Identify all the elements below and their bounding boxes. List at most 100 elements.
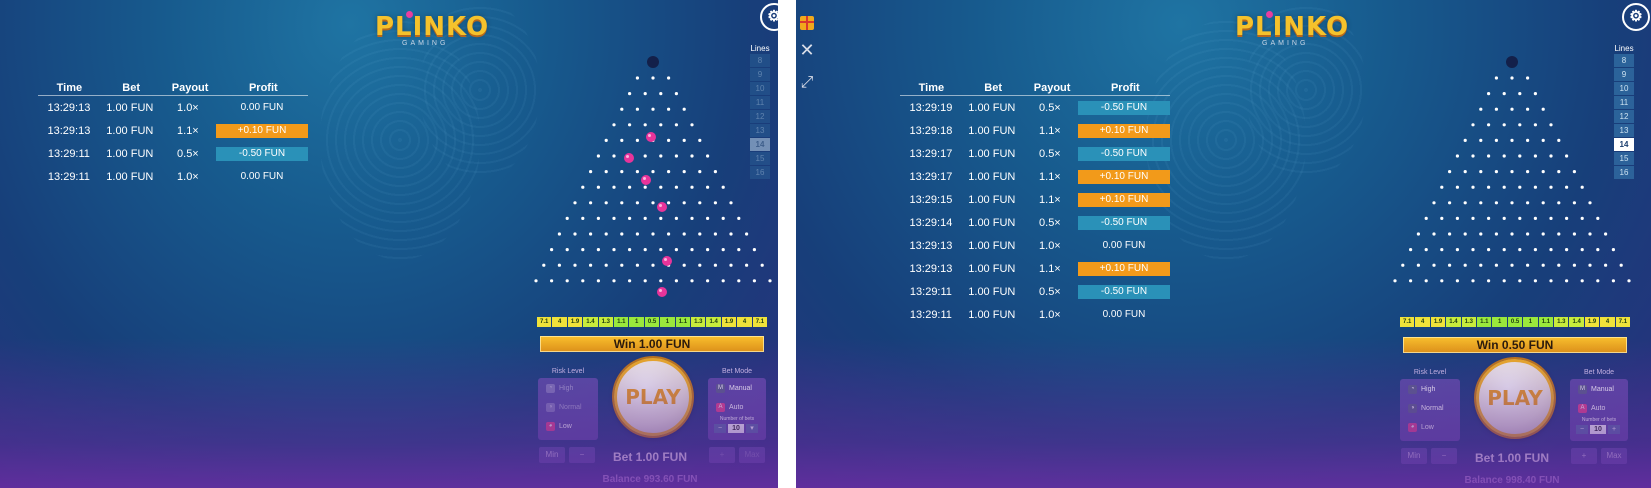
peg bbox=[690, 216, 694, 220]
peg bbox=[1502, 279, 1506, 283]
peg bbox=[596, 248, 601, 252]
peg bbox=[698, 201, 702, 205]
peg bbox=[1409, 279, 1413, 283]
peg bbox=[713, 232, 718, 236]
bet-mode-auto[interactable]: A Auto bbox=[716, 403, 743, 412]
risk-option-low[interactable]: ◕ Low bbox=[546, 422, 572, 431]
peg bbox=[690, 248, 694, 252]
peg bbox=[667, 138, 671, 142]
peg bbox=[1627, 279, 1631, 283]
peg bbox=[1440, 185, 1444, 189]
chevron-down-icon[interactable]: ▾ bbox=[746, 424, 758, 433]
peg bbox=[1533, 154, 1537, 158]
peg bbox=[1565, 248, 1569, 252]
peg bbox=[729, 201, 733, 205]
peg bbox=[1518, 279, 1522, 283]
risk-option-high[interactable]: ◔ High bbox=[1408, 385, 1435, 394]
peg bbox=[659, 248, 663, 252]
peg bbox=[1479, 263, 1483, 267]
peg bbox=[1549, 248, 1553, 252]
peg bbox=[620, 263, 624, 267]
multiplier-cell: 1.9 bbox=[567, 317, 583, 327]
bet-mode-manual[interactable]: M Manual bbox=[716, 384, 752, 393]
peg bbox=[706, 216, 710, 220]
multiplier-cell: 1.4 bbox=[583, 317, 598, 327]
peg bbox=[1424, 248, 1428, 252]
bet-mode-label: Manual bbox=[1591, 386, 1614, 393]
peg bbox=[635, 138, 640, 142]
multiplier-cell: 1.9 bbox=[1584, 317, 1600, 327]
risk-option-normal[interactable]: ◑ Normal bbox=[546, 403, 582, 412]
bet-mode-manual[interactable]: M Manual bbox=[1578, 385, 1614, 394]
multiplier-cell: 1.3 bbox=[1461, 317, 1477, 327]
peg bbox=[635, 107, 640, 111]
bet-amount: Bet 1.00 FUN bbox=[612, 450, 688, 464]
peg bbox=[1533, 248, 1537, 252]
peg bbox=[628, 216, 632, 220]
peg bbox=[1487, 154, 1491, 158]
min-bet-button[interactable]: Min bbox=[539, 447, 565, 463]
peg bbox=[1502, 216, 1506, 220]
drop-hole bbox=[1506, 56, 1518, 68]
multiplier-cell: 1 bbox=[1492, 317, 1507, 327]
multiplier-cell: 1.3 bbox=[1554, 317, 1569, 327]
play-button[interactable]: PLAY bbox=[614, 358, 692, 436]
peg bbox=[635, 263, 640, 267]
peg bbox=[1565, 154, 1569, 158]
number-of-bets-value[interactable]: 10 bbox=[728, 424, 744, 433]
peg bbox=[1463, 138, 1467, 142]
peg bbox=[628, 123, 632, 127]
bet-mode-auto[interactable]: A Auto bbox=[1578, 404, 1605, 413]
peg bbox=[1557, 232, 1561, 236]
peg bbox=[729, 232, 733, 236]
peg bbox=[1479, 232, 1483, 236]
risk-option-high[interactable]: ◔ High bbox=[546, 384, 573, 393]
peg bbox=[1510, 107, 1514, 111]
peg bbox=[604, 170, 608, 174]
peg bbox=[706, 279, 710, 283]
peg bbox=[589, 170, 593, 174]
peg bbox=[620, 232, 624, 236]
peg bbox=[581, 185, 585, 189]
auto-icon: A bbox=[716, 403, 725, 412]
max-bet-button[interactable]: Max bbox=[1601, 448, 1627, 464]
peg bbox=[1502, 154, 1506, 158]
increase-bet-button[interactable]: + bbox=[709, 447, 735, 463]
peg bbox=[1479, 138, 1483, 142]
peg bbox=[1526, 76, 1530, 80]
decrease-bet-button[interactable]: − bbox=[569, 447, 595, 463]
bet-mode-label: Auto bbox=[1591, 405, 1606, 412]
multiplier-cell: 1 bbox=[1523, 317, 1538, 327]
peg bbox=[534, 279, 538, 283]
risk-option-low[interactable]: ◕ Low bbox=[1408, 423, 1434, 432]
bet-mode-label: Auto bbox=[729, 404, 744, 411]
multiplier-cell: 1.3 bbox=[598, 317, 614, 327]
multiplier-cell: 7.1 bbox=[1615, 317, 1631, 327]
peg bbox=[1526, 138, 1530, 142]
decrease-bets-button[interactable]: − bbox=[714, 424, 726, 433]
peg bbox=[1479, 170, 1483, 174]
peg bbox=[581, 248, 585, 252]
peg bbox=[1455, 279, 1459, 283]
increase-bets-button[interactable]: + bbox=[1608, 425, 1620, 434]
peg bbox=[737, 216, 741, 220]
peg bbox=[1596, 248, 1600, 252]
peg bbox=[1471, 154, 1475, 158]
decrease-bet-button[interactable]: − bbox=[1431, 448, 1457, 464]
peg bbox=[659, 279, 663, 283]
peg bbox=[706, 154, 710, 158]
increase-bet-button[interactable]: + bbox=[1571, 448, 1597, 464]
peg bbox=[1479, 201, 1483, 205]
peg bbox=[698, 138, 702, 142]
risk-option-normal[interactable]: ◑ Normal bbox=[1408, 404, 1444, 413]
play-button[interactable]: PLAY bbox=[1476, 359, 1554, 437]
peg bbox=[651, 232, 655, 236]
min-bet-button[interactable]: Min bbox=[1401, 448, 1427, 464]
peg bbox=[1424, 216, 1428, 220]
peg bbox=[1557, 138, 1561, 142]
peg bbox=[768, 279, 772, 283]
multiplier-cell: 1.9 bbox=[721, 317, 737, 327]
decrease-bets-button[interactable]: − bbox=[1576, 425, 1588, 434]
max-bet-button[interactable]: Max bbox=[739, 447, 765, 463]
number-of-bets-value[interactable]: 10 bbox=[1590, 425, 1606, 434]
